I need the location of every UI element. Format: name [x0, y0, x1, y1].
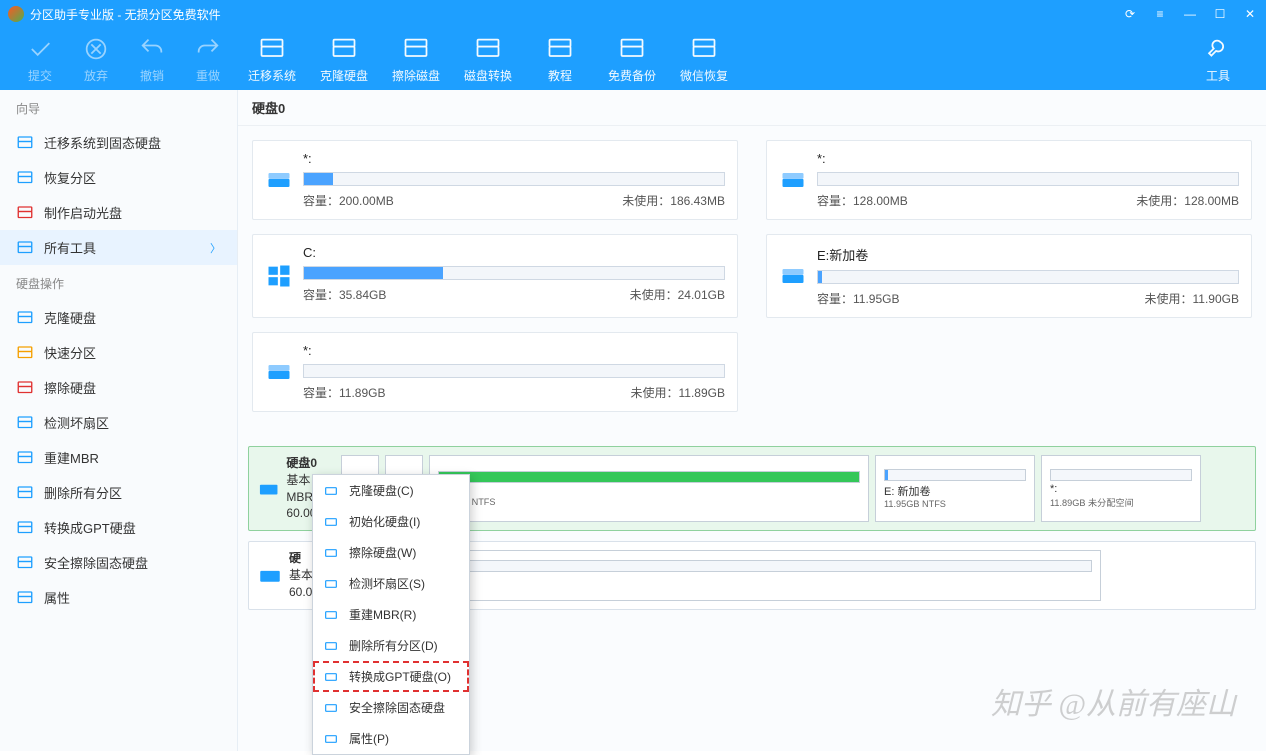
- recover-partition-icon: [16, 169, 34, 187]
- disk0-heading: 硬盘0: [238, 90, 1266, 126]
- titlebar: 分区助手专业版 - 无损分区免费软件 ⟳ ≡ — ☐ ✕: [0, 0, 1266, 28]
- maximize-icon[interactable]: ☐: [1212, 7, 1228, 21]
- sb-all-tools[interactable]: 所有工具〉: [0, 230, 237, 265]
- sb-recover-partition[interactable]: 恢复分区: [0, 160, 237, 195]
- refresh-icon[interactable]: ⟳: [1122, 7, 1138, 21]
- delete-all-icon: [323, 638, 339, 654]
- partition-card[interactable]: *:容量：200.00MB未使用：186.43MB: [252, 140, 738, 220]
- tb-free-backup[interactable]: 免费备份: [596, 35, 668, 84]
- disk-icon: [257, 550, 283, 600]
- wipe-icon: [323, 545, 339, 561]
- init-icon: [323, 514, 339, 530]
- cm-secure-erase[interactable]: 安全擦除固态硬盘: [313, 692, 469, 723]
- all-tools-icon: [16, 239, 34, 257]
- properties-icon: [323, 731, 339, 747]
- convert-gpt-icon: [16, 519, 34, 537]
- tb-discard[interactable]: 放弃: [68, 35, 124, 84]
- sb-bad-sector-check[interactable]: 检测坏扇区: [0, 405, 237, 440]
- cm-convert-gpt[interactable]: 转换成GPT硬盘(O): [313, 661, 469, 692]
- tb-clone-disk[interactable]: 克隆硬盘: [308, 35, 380, 84]
- badsector-icon: [323, 576, 339, 592]
- toolbar: 提交放弃撤销重做迁移系统克隆硬盘擦除磁盘磁盘转换教程免费备份微信恢复 工具: [0, 28, 1266, 90]
- quick-partition-icon: [16, 344, 34, 362]
- tb-migrate[interactable]: 迁移系统: [236, 35, 308, 84]
- partition-card[interactable]: *:容量：11.89GB未使用：11.89GB: [252, 332, 738, 412]
- tb-undo[interactable]: 撤销: [124, 35, 180, 84]
- sb-delete-all-partitions[interactable]: 删除所有分区: [0, 475, 237, 510]
- secure-erase-ssd-icon: [16, 554, 34, 572]
- sb-migrate-ssd[interactable]: 迁移系统到固态硬盘: [0, 125, 237, 160]
- window-title: 分区助手专业版 - 无损分区免费软件: [30, 6, 1122, 23]
- tb-wechat-recover[interactable]: 微信恢复: [668, 35, 740, 84]
- sb-clone-disk[interactable]: 克隆硬盘: [0, 300, 237, 335]
- partition-card[interactable]: *:容量：128.00MB未使用：128.00MB: [766, 140, 1252, 220]
- disk-segment[interactable]: *:11.89GB 未分配空间: [1041, 455, 1201, 522]
- tb-tutorial[interactable]: 教程: [524, 35, 596, 84]
- usage-bar: [303, 364, 725, 378]
- sb-make-boot-disc[interactable]: 制作启动光盘: [0, 195, 237, 230]
- drive-icon: [265, 343, 293, 401]
- partition-card[interactable]: E:新加卷容量：11.95GB未使用：11.90GB: [766, 234, 1252, 318]
- wipe-disk-icon: [16, 379, 34, 397]
- migrate-ssd-icon: [16, 134, 34, 152]
- tb-redo[interactable]: 重做: [180, 35, 236, 84]
- rebuild-mbr-icon: [16, 449, 34, 467]
- sidebar-diskops-heading: 硬盘操作: [0, 265, 237, 300]
- sb-secure-erase-ssd[interactable]: 安全擦除固态硬盘: [0, 545, 237, 580]
- context-menu: 克隆硬盘(C)初始化硬盘(I)擦除硬盘(W)检测坏扇区(S)重建MBR(R)删除…: [312, 474, 470, 755]
- usage-bar: [303, 172, 725, 186]
- bad-sector-check-icon: [16, 414, 34, 432]
- tb-tools[interactable]: 工具: [1182, 35, 1254, 84]
- rebuild-mbr-icon: [323, 607, 339, 623]
- convert-gpt-icon: [323, 669, 339, 685]
- usage-bar: [817, 172, 1239, 186]
- clone-icon: [323, 483, 339, 499]
- partition-card[interactable]: C:容量：35.84GB未使用：24.01GB: [252, 234, 738, 318]
- cm-rebuild-mbr[interactable]: 重建MBR(R): [313, 599, 469, 630]
- disk-segment[interactable]: C:5.84GB NTFS: [429, 455, 869, 522]
- drive-icon: [265, 245, 293, 307]
- chevron-right-icon: 〉: [210, 240, 221, 256]
- sb-properties[interactable]: 属性: [0, 580, 237, 615]
- cm-badsector[interactable]: 检测坏扇区(S): [313, 568, 469, 599]
- cm-wipe[interactable]: 擦除硬盘(W): [313, 537, 469, 568]
- close-icon[interactable]: ✕: [1242, 7, 1258, 21]
- drive-icon: [265, 151, 293, 209]
- cm-init[interactable]: 初始化硬盘(I): [313, 506, 469, 537]
- cm-clone[interactable]: 克隆硬盘(C): [313, 475, 469, 506]
- menu-icon[interactable]: ≡: [1152, 7, 1168, 21]
- secure-erase-icon: [323, 700, 339, 716]
- tb-convert-disk[interactable]: 磁盘转换: [452, 35, 524, 84]
- clone-disk-icon: [16, 309, 34, 327]
- app-logo-icon: [8, 6, 24, 22]
- sb-convert-gpt[interactable]: 转换成GPT硬盘: [0, 510, 237, 545]
- tb-wipe-disk[interactable]: 擦除磁盘: [380, 35, 452, 84]
- sidebar: 向导 迁移系统到固态硬盘恢复分区制作启动光盘所有工具〉 硬盘操作 克隆硬盘快速分…: [0, 90, 238, 751]
- properties-icon: [16, 589, 34, 607]
- tb-commit[interactable]: 提交: [12, 35, 68, 84]
- cm-properties[interactable]: 属性(P): [313, 723, 469, 754]
- drive-icon: [779, 245, 807, 307]
- sb-wipe-disk[interactable]: 擦除硬盘: [0, 370, 237, 405]
- minimize-icon[interactable]: —: [1182, 7, 1198, 21]
- usage-bar: [303, 266, 725, 280]
- make-boot-disc-icon: [16, 204, 34, 222]
- sidebar-wizard-heading: 向导: [0, 90, 237, 125]
- cm-delete-all[interactable]: 删除所有分区(D): [313, 630, 469, 661]
- disk-icon: [257, 455, 280, 522]
- usage-bar: [817, 270, 1239, 284]
- sb-rebuild-mbr[interactable]: 重建MBR: [0, 440, 237, 475]
- disk-segment[interactable]: E: 新加卷11.95GB NTFS: [875, 455, 1035, 522]
- delete-all-partitions-icon: [16, 484, 34, 502]
- sb-quick-partition[interactable]: 快速分区: [0, 335, 237, 370]
- drive-icon: [779, 151, 807, 209]
